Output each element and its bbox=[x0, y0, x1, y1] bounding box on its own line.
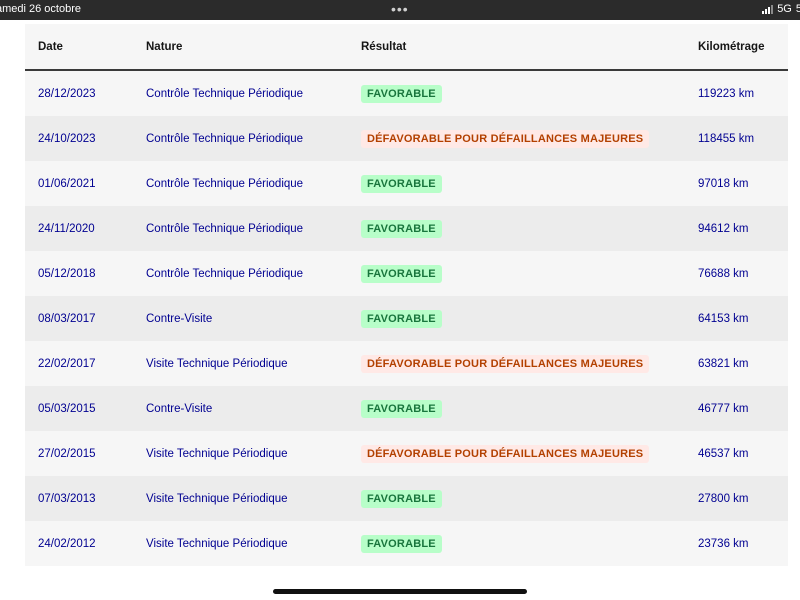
cell-mileage: 46537 km bbox=[698, 431, 788, 476]
cell-mileage: 64153 km bbox=[698, 296, 788, 341]
cell-result: FAVORABLE bbox=[361, 386, 698, 431]
cell-nature: Contre-Visite bbox=[146, 296, 361, 341]
cellular-signal-icon bbox=[762, 4, 774, 14]
cell-nature: Visite Technique Périodique bbox=[146, 431, 361, 476]
table-row: 28/12/2023 Contrôle Technique Périodique F… bbox=[25, 70, 788, 116]
defavorable-badge: DÉFAVORABLE POUR DÉFAILLANCES MAJEURES bbox=[361, 129, 650, 148]
cell-nature: Contrôle Technique Périodique bbox=[146, 161, 361, 206]
status-indicators: 5G 5 bbox=[762, 3, 800, 15]
status-bar: amedi 26 octobre ••• 5G 5 bbox=[0, 0, 800, 20]
cropped-heading-fragment bbox=[178, 20, 198, 22]
cell-date: 28/12/2023 bbox=[25, 70, 146, 116]
cell-nature: Visite Technique Périodique bbox=[146, 341, 361, 386]
favorable-badge: FAVORABLE bbox=[361, 84, 442, 103]
cell-nature: Contrôle Technique Périodique bbox=[146, 70, 361, 116]
table-row: 27/02/2015 Visite Technique Périodique DÉF… bbox=[25, 431, 788, 476]
status-date: amedi 26 octobre bbox=[0, 3, 81, 15]
cell-date: 01/06/2021 bbox=[25, 161, 146, 206]
table-row: 24/11/2020 Contrôle Technique Périodique F… bbox=[25, 206, 788, 251]
favorable-badge: FAVORABLE bbox=[361, 174, 442, 193]
table-row: 01/06/2021 Contrôle Technique Périodique F… bbox=[25, 161, 788, 206]
favorable-badge: FAVORABLE bbox=[361, 309, 442, 328]
cell-result: FAVORABLE bbox=[361, 161, 698, 206]
cell-date: 08/03/2017 bbox=[25, 296, 146, 341]
favorable-badge: FAVORABLE bbox=[361, 534, 442, 553]
table-row: 24/02/2012 Visite Technique Périodique FAV… bbox=[25, 521, 788, 566]
cell-result: FAVORABLE bbox=[361, 251, 698, 296]
cell-date: 22/02/2017 bbox=[25, 341, 146, 386]
favorable-badge: FAVORABLE bbox=[361, 489, 442, 508]
cell-nature: Contrôle Technique Périodique bbox=[146, 116, 361, 161]
cell-mileage: 119223 km bbox=[698, 70, 788, 116]
table-row: 08/03/2017 Contre-Visite FAVORABLE 64153 km bbox=[25, 296, 788, 341]
table-body: 28/12/2023 Contrôle Technique Périodique F… bbox=[25, 70, 788, 566]
cell-result: FAVORABLE bbox=[361, 70, 698, 116]
table-row: 22/02/2017 Visite Technique Périodique DÉF… bbox=[25, 341, 788, 386]
cell-date: 07/03/2013 bbox=[25, 476, 146, 521]
cell-nature: Contrôle Technique Périodique bbox=[146, 206, 361, 251]
cell-result: DÉFAVORABLE POUR DÉFAILLANCES MAJEURES bbox=[361, 431, 698, 476]
header-result: Résultat bbox=[361, 24, 698, 71]
page-content: Date Nature Résultat Kilométrage 28/12/2… bbox=[0, 20, 800, 600]
cell-result: DÉFAVORABLE POUR DÉFAILLANCES MAJEURES bbox=[361, 116, 698, 161]
home-indicator[interactable] bbox=[273, 589, 527, 594]
battery-fragment: 5 bbox=[795, 3, 800, 15]
cell-nature: Contrôle Technique Périodique bbox=[146, 251, 361, 296]
cell-mileage: 76688 km bbox=[698, 251, 788, 296]
network-label: 5G bbox=[777, 3, 792, 15]
defavorable-badge: DÉFAVORABLE POUR DÉFAILLANCES MAJEURES bbox=[361, 444, 650, 463]
favorable-badge: FAVORABLE bbox=[361, 264, 442, 283]
cell-date: 24/02/2012 bbox=[25, 521, 146, 566]
cell-result: FAVORABLE bbox=[361, 521, 698, 566]
favorable-badge: FAVORABLE bbox=[361, 399, 442, 418]
header-mileage: Kilométrage bbox=[698, 24, 788, 71]
cell-result: FAVORABLE bbox=[361, 476, 698, 521]
cell-date: 24/10/2023 bbox=[25, 116, 146, 161]
cell-mileage: 63821 km bbox=[698, 341, 788, 386]
header-nature: Nature bbox=[146, 24, 361, 71]
table-row: 05/03/2015 Contre-Visite FAVORABLE 46777 km bbox=[25, 386, 788, 431]
header-date: Date bbox=[25, 24, 146, 71]
cell-mileage: 97018 km bbox=[698, 161, 788, 206]
cell-result: DÉFAVORABLE POUR DÉFAILLANCES MAJEURES bbox=[361, 341, 698, 386]
table-row: 07/03/2013 Visite Technique Périodique FAV… bbox=[25, 476, 788, 521]
more-dots-icon[interactable]: ••• bbox=[391, 0, 409, 18]
cell-nature: Visite Technique Périodique bbox=[146, 476, 361, 521]
cell-mileage: 94612 km bbox=[698, 206, 788, 251]
table-row: 24/10/2023 Contrôle Technique Périodique D… bbox=[25, 116, 788, 161]
cell-date: 05/03/2015 bbox=[25, 386, 146, 431]
table-header-row: Date Nature Résultat Kilométrage bbox=[25, 24, 788, 71]
cell-result: FAVORABLE bbox=[361, 296, 698, 341]
defavorable-badge: DÉFAVORABLE POUR DÉFAILLANCES MAJEURES bbox=[361, 354, 650, 373]
cell-date: 24/11/2020 bbox=[25, 206, 146, 251]
cell-mileage: 46777 km bbox=[698, 386, 788, 431]
cell-nature: Contre-Visite bbox=[146, 386, 361, 431]
cell-date: 05/12/2018 bbox=[25, 251, 146, 296]
cell-result: FAVORABLE bbox=[361, 206, 698, 251]
favorable-badge: FAVORABLE bbox=[361, 219, 442, 238]
cell-mileage: 23736 km bbox=[698, 521, 788, 566]
inspection-history-table: Date Nature Résultat Kilométrage 28/12/2… bbox=[25, 24, 788, 566]
cell-nature: Visite Technique Périodique bbox=[146, 521, 361, 566]
table-row: 05/12/2018 Contrôle Technique Périodique F… bbox=[25, 251, 788, 296]
cell-mileage: 27800 km bbox=[698, 476, 788, 521]
cell-date: 27/02/2015 bbox=[25, 431, 146, 476]
cell-mileage: 118455 km bbox=[698, 116, 788, 161]
